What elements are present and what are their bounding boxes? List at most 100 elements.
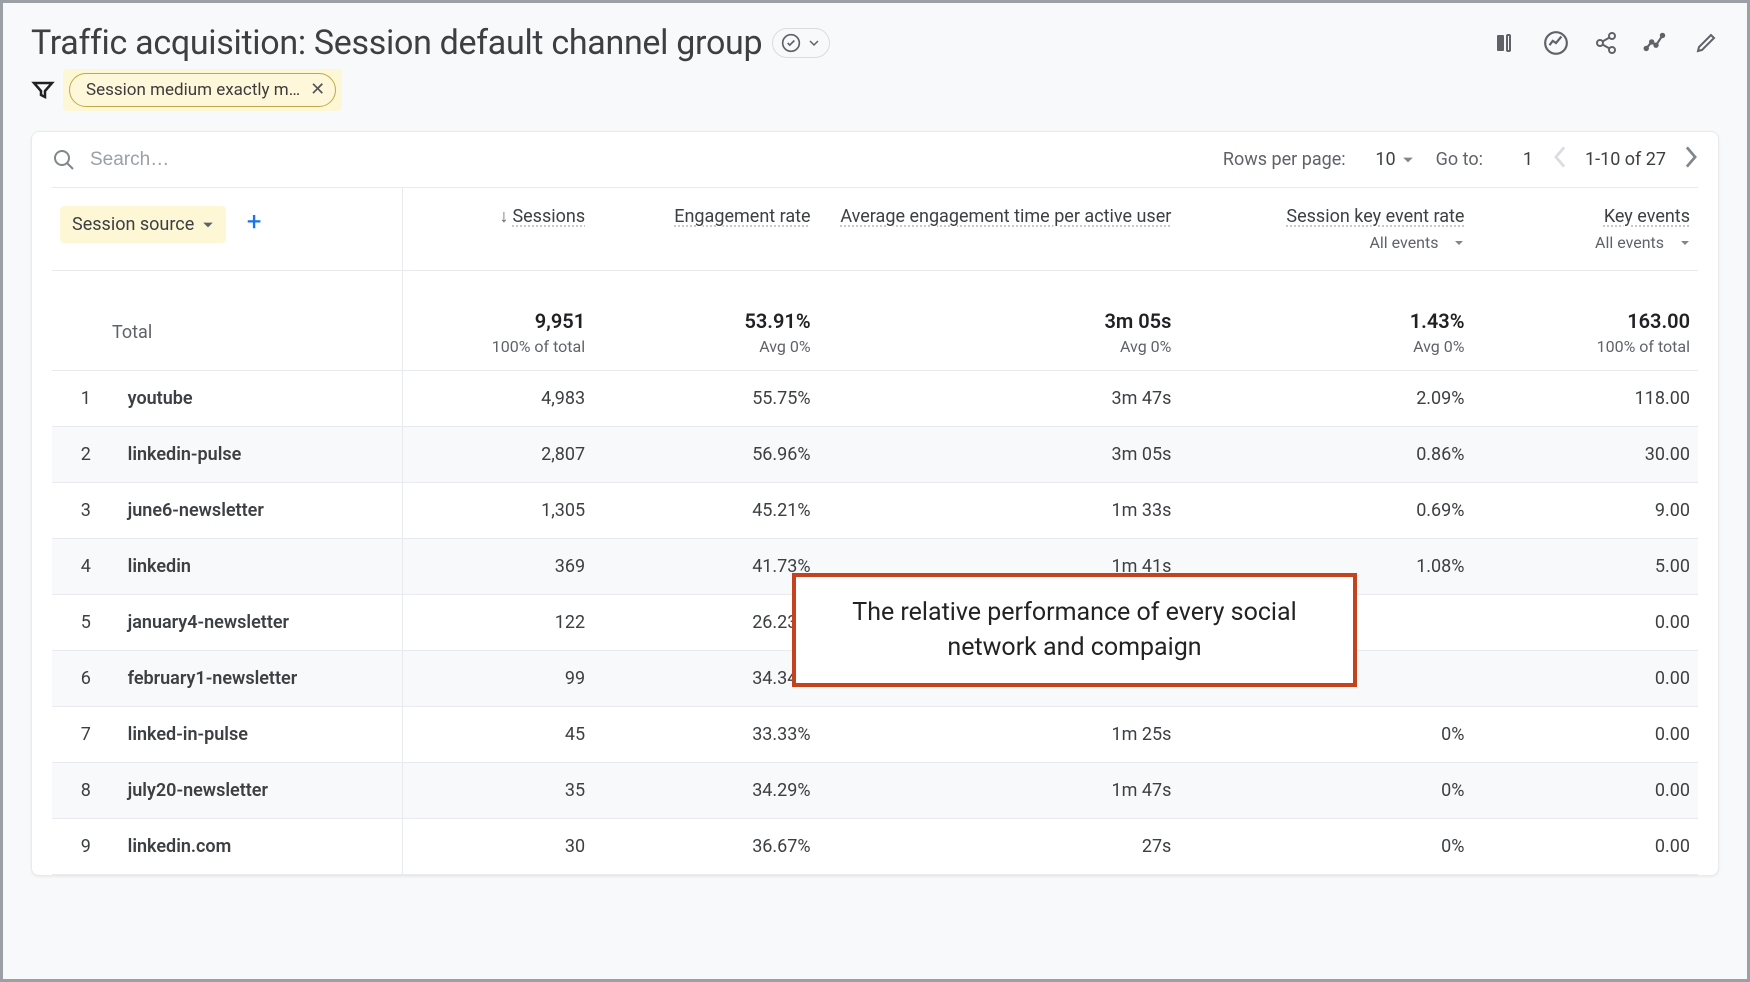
cell-key-events: 0.00 — [1472, 819, 1698, 875]
cell-key-events: 0.00 — [1472, 651, 1698, 707]
column-header-key-event-rate[interactable]: Session key event rate All events — [1179, 188, 1472, 271]
cell-key-event-rate — [1179, 651, 1472, 707]
cell-engagement-rate: 56.96% — [593, 427, 818, 483]
close-icon[interactable]: ✕ — [310, 81, 325, 99]
rows-per-page-select[interactable]: 10 — [1368, 149, 1414, 170]
add-dimension-button[interactable]: + — [247, 207, 262, 237]
column-header-avg-engagement-time[interactable]: Average engagement time per active user — [819, 188, 1180, 271]
title-status-chip[interactable] — [772, 28, 830, 58]
table-row[interactable]: 1youtube4,98355.75%3m 47s2.09%118.00 — [52, 371, 1698, 427]
prev-page-button[interactable] — [1553, 146, 1567, 173]
cell-engagement-rate: 26.23% — [593, 595, 818, 651]
filter-chip-label: Session medium exactly m… — [86, 80, 300, 100]
cell-engagement-rate: 41.73% — [593, 539, 818, 595]
cell-engagement-rate: 33.33% — [593, 707, 818, 763]
sort-desc-icon: ↓ — [499, 206, 508, 227]
cell-key-event-rate: 0.86% — [1179, 427, 1472, 483]
compare-icon[interactable] — [1493, 30, 1519, 56]
row-dimension[interactable]: linkedin — [120, 539, 436, 595]
row-index: 7 — [52, 707, 120, 763]
filter-icon[interactable] — [31, 78, 55, 102]
table-row[interactable]: 2linkedin-pulse2,80756.96%3m 05s0.86%30.… — [52, 427, 1698, 483]
insights-icon[interactable] — [1543, 30, 1569, 56]
key-events-filter[interactable]: All events — [1595, 233, 1690, 252]
table-row[interactable]: 6february1-newsletter9934.34%0.00 — [52, 651, 1698, 707]
row-dimension[interactable]: june6-newsletter — [120, 483, 436, 539]
cell-engagement-rate: 34.29% — [593, 763, 818, 819]
dropdown-caret-icon — [809, 38, 819, 48]
check-circle-icon — [781, 33, 801, 53]
cell-sessions: 2,807 — [435, 427, 593, 483]
dropdown-caret-icon — [1454, 238, 1464, 248]
cell-avg-time: 3m 47s — [819, 371, 1180, 427]
share-icon[interactable] — [1593, 30, 1619, 56]
row-dimension[interactable]: linkedin.com — [120, 819, 436, 875]
cell-key-events: 0.00 — [1472, 595, 1698, 651]
cell-key-event-rate: 0% — [1179, 819, 1472, 875]
cell-avg-time: 1m 41s — [819, 539, 1180, 595]
cell-sessions: 35 — [435, 763, 593, 819]
cell-key-events: 30.00 — [1472, 427, 1698, 483]
page-range: 1-10 of 27 — [1585, 149, 1666, 170]
row-dimension[interactable]: linked-in-pulse — [120, 707, 436, 763]
column-header-sessions[interactable]: ↓Sessions — [435, 188, 593, 271]
table-row[interactable]: 9linkedin.com3036.67%27s0%0.00 — [52, 819, 1698, 875]
cell-avg-time: 27s — [819, 819, 1180, 875]
column-header-key-events[interactable]: Key events All events — [1472, 188, 1698, 271]
cell-sessions: 1,305 — [435, 483, 593, 539]
table-row[interactable]: 8july20-newsletter3534.29%1m 47s0%0.00 — [52, 763, 1698, 819]
cell-key-event-rate — [1179, 595, 1472, 651]
search-input[interactable] — [88, 148, 348, 172]
row-index: 5 — [52, 595, 120, 651]
cell-sessions: 45 — [435, 707, 593, 763]
dropdown-caret-icon — [1680, 238, 1690, 248]
row-index: 2 — [52, 427, 120, 483]
table-row[interactable]: 7linked-in-pulse4533.33%1m 25s0%0.00 — [52, 707, 1698, 763]
cell-sessions: 30 — [435, 819, 593, 875]
goto-label: Go to: — [1436, 149, 1483, 170]
column-header-engagement-rate[interactable]: Engagement rate — [593, 188, 818, 271]
cell-avg-time — [819, 651, 1180, 707]
dimension-selector[interactable]: Session source — [60, 206, 226, 243]
dropdown-caret-icon — [202, 219, 214, 231]
row-dimension[interactable]: youtube — [120, 371, 436, 427]
search-icon — [52, 148, 76, 172]
cell-key-events: 118.00 — [1472, 371, 1698, 427]
totals-row: Total 9,951100% of total 53.91%Avg 0% 3m… — [52, 271, 1698, 371]
cell-key-event-rate: 0.69% — [1179, 483, 1472, 539]
goto-value[interactable]: 1 — [1505, 149, 1533, 170]
column-divider — [402, 188, 403, 875]
data-table: Session source + ↓Sessions Engagement ra… — [52, 188, 1698, 875]
cell-sessions: 122 — [435, 595, 593, 651]
cell-avg-time — [819, 595, 1180, 651]
page-title: Traffic acquisition: Session default cha… — [31, 23, 762, 63]
cell-engagement-rate: 45.21% — [593, 483, 818, 539]
cell-key-events: 5.00 — [1472, 539, 1698, 595]
cell-avg-time: 1m 25s — [819, 707, 1180, 763]
cell-key-events: 9.00 — [1472, 483, 1698, 539]
cell-key-events: 0.00 — [1472, 763, 1698, 819]
cell-key-event-rate: 2.09% — [1179, 371, 1472, 427]
row-dimension[interactable]: july20-newsletter — [120, 763, 436, 819]
row-dimension[interactable]: february1-newsletter — [120, 651, 436, 707]
table-row[interactable]: 4linkedin36941.73%1m 41s1.08%5.00 — [52, 539, 1698, 595]
table-row[interactable]: 3june6-newsletter1,30545.21%1m 33s0.69%9… — [52, 483, 1698, 539]
edit-icon[interactable] — [1693, 30, 1719, 56]
row-index: 4 — [52, 539, 120, 595]
row-dimension[interactable]: linkedin-pulse — [120, 427, 436, 483]
key-event-rate-filter[interactable]: All events — [1369, 233, 1464, 252]
next-page-button[interactable] — [1684, 146, 1698, 173]
cell-avg-time: 1m 33s — [819, 483, 1180, 539]
cell-sessions: 369 — [435, 539, 593, 595]
row-index: 3 — [52, 483, 120, 539]
cell-engagement-rate: 55.75% — [593, 371, 818, 427]
trend-icon[interactable] — [1643, 30, 1669, 56]
cell-avg-time: 3m 05s — [819, 427, 1180, 483]
cell-key-event-rate: 1.08% — [1179, 539, 1472, 595]
row-index: 8 — [52, 763, 120, 819]
row-index: 1 — [52, 371, 120, 427]
row-dimension[interactable]: january4-newsletter — [120, 595, 436, 651]
table-row[interactable]: 5january4-newsletter12226.23% 0.00 — [52, 595, 1698, 651]
filter-chip[interactable]: Session medium exactly m… ✕ — [69, 73, 336, 107]
dropdown-caret-icon — [1402, 154, 1414, 166]
